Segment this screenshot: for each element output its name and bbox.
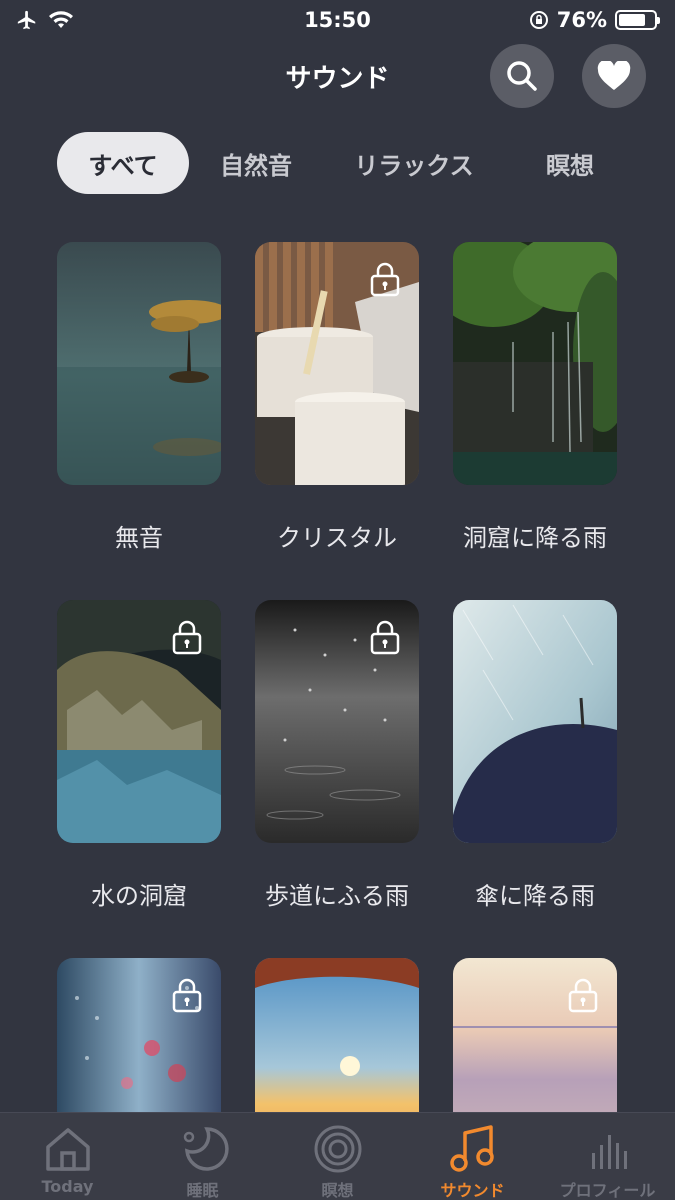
tab-nature[interactable]: 自然音 [189, 132, 323, 194]
tabbar-item-sleep[interactable]: 睡眠 [135, 1113, 270, 1200]
tabbar-item-meditation[interactable]: 瞑想 [270, 1113, 405, 1200]
meditation-rings-icon [314, 1125, 361, 1173]
sound-card-water-cave[interactable]: 水の洞窟 [57, 600, 221, 910]
page-title: サウンド [285, 64, 390, 94]
battery-percent: 76% [556, 8, 607, 32]
tabbar-label: 睡眠 [186, 1181, 219, 1200]
tab-relax[interactable]: リラックス [323, 132, 505, 194]
airplane-icon [17, 10, 36, 30]
tabbar-label: Today [41, 1177, 94, 1196]
tab-label: 自然音 [220, 151, 292, 180]
rotation-lock-icon [529, 11, 548, 29]
status-bar: 15:50 76% [0, 0, 675, 40]
tab-label: 瞑想 [546, 151, 594, 180]
tabbar-item-today[interactable]: Today [0, 1113, 135, 1200]
home-icon [45, 1128, 90, 1171]
sound-title: 歩道にふる雨 [265, 882, 409, 910]
battery-fill [619, 14, 645, 26]
header: サウンド [0, 40, 675, 112]
sound-thumbnail [453, 242, 617, 485]
sound-card-pavement-rain[interactable]: 歩道にふる雨 [255, 600, 419, 910]
bottom-tab-bar: Today 睡眠 瞑想 サウンド プロフィール [0, 1112, 675, 1200]
tabbar-label: プロフィール [559, 1181, 656, 1200]
sound-thumbnail [255, 600, 419, 843]
tab-label: すべて [88, 151, 158, 180]
stats-bars-icon [591, 1135, 627, 1169]
favorites-button[interactable] [582, 44, 646, 108]
sound-card-crystal[interactable]: クリスタル [255, 242, 419, 552]
tabbar-item-sound[interactable]: サウンド [405, 1113, 540, 1200]
sound-title: クリスタル [277, 524, 397, 552]
sound-title: 傘に降る雨 [475, 882, 595, 910]
sound-thumbnail [57, 600, 221, 843]
sound-thumbnail [57, 242, 221, 485]
sound-thumbnail [453, 600, 617, 843]
wifi-icon [49, 11, 73, 28]
tab-label: リラックス [354, 151, 474, 180]
music-note-icon [449, 1125, 494, 1172]
sound-title: 洞窟に降る雨 [463, 524, 607, 552]
search-button[interactable] [490, 44, 554, 108]
lock-icon [172, 620, 202, 655]
tab-all[interactable]: すべて [57, 132, 189, 194]
tabbar-label: 瞑想 [321, 1181, 354, 1200]
sound-card-umbrella-rain[interactable]: 傘に降る雨 [453, 600, 617, 910]
sound-title: 無音 [115, 524, 163, 552]
battery-icon [615, 10, 660, 30]
tabbar-item-profile[interactable]: プロフィール [540, 1113, 675, 1200]
lock-icon [370, 262, 400, 297]
heart-icon [597, 61, 631, 90]
sound-thumbnail [255, 242, 419, 485]
category-tabs: すべて 自然音 リラックス 瞑想 [57, 132, 635, 194]
tabbar-label: サウンド [440, 1181, 505, 1200]
tab-meditation[interactable]: 瞑想 [505, 132, 635, 194]
lock-icon [370, 620, 400, 655]
moon-icon [183, 1127, 229, 1171]
lock-icon [172, 978, 202, 1013]
sound-title: 水の洞窟 [91, 882, 187, 910]
search-icon [507, 61, 537, 91]
lock-icon [568, 978, 598, 1013]
sound-card-cave-rain[interactable]: 洞窟に降る雨 [453, 242, 617, 552]
sound-card-silence[interactable]: 無音 [57, 242, 221, 552]
